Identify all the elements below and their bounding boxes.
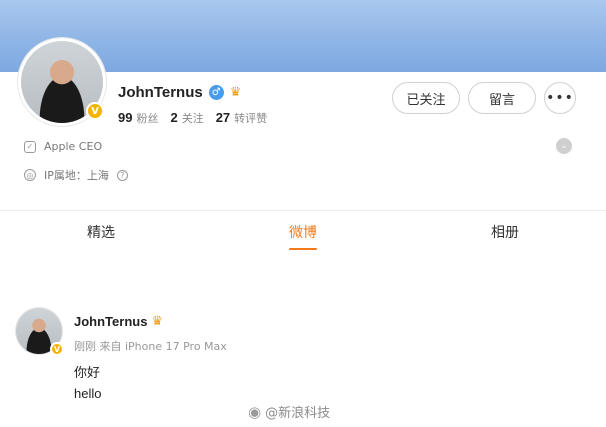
male-icon: ♂ [208, 85, 224, 100]
weibo-logo-icon: ◉ [248, 402, 262, 421]
bio-row: ✓ Apple CEO [24, 140, 102, 153]
post-meta: 刚刚 来自 iPhone 17 Pro Max [74, 340, 227, 353]
stat-engagement[interactable]: 27 转评赞 [216, 110, 267, 126]
crown-icon: ♛ [229, 85, 242, 100]
watermark-text: @新浪科技 [265, 406, 331, 421]
ip-location-row: ◎ IP属地：上海 ? [24, 167, 128, 183]
stat-following[interactable]: 2 关注 [170, 110, 203, 126]
tab-album[interactable]: 相册 [404, 211, 606, 252]
crown-icon: ♛ [151, 314, 164, 329]
ip-location-text: IP属地：上海 [44, 169, 109, 182]
profile-username: JohnTernus [118, 84, 203, 101]
tab-weibo[interactable]: 微博 [202, 211, 404, 252]
post-text-line: hello [74, 386, 102, 401]
post-author-name[interactable]: JohnTernus [74, 314, 147, 329]
post-avatar[interactable]: V [16, 308, 64, 356]
post-text-line: 你好 [74, 366, 101, 381]
stat-value: 2 [170, 110, 178, 125]
profile-avatar[interactable]: V [18, 38, 106, 126]
chevron-down-icon[interactable]: ⌄ [556, 138, 572, 154]
bio-text: Apple CEO [44, 140, 103, 153]
help-icon[interactable]: ? [116, 169, 128, 181]
shield-icon: ✓ [24, 140, 36, 153]
following-button[interactable]: 已关注 [392, 82, 460, 114]
location-icon: ◎ [24, 169, 36, 181]
stat-label: 转评赞 [234, 112, 268, 125]
stat-value: 27 [215, 110, 231, 125]
profile-name-row: JohnTernus ♂ ♛ [118, 84, 241, 101]
post-author-row: JohnTernus ♛ [74, 314, 163, 329]
profile-stats: 99 粉丝 2 关注 27 转评赞 [118, 110, 267, 126]
stat-label: 粉丝 [136, 112, 159, 125]
more-options-button[interactable]: ••• [544, 82, 576, 114]
stat-followers[interactable]: 99 粉丝 [118, 110, 158, 126]
watermark: ◉ @新浪科技 [248, 402, 331, 422]
stat-value: 99 [118, 110, 133, 125]
verified-badge-icon: V [86, 102, 104, 120]
verified-badge-icon: V [50, 342, 64, 356]
tab-featured[interactable]: 精选 [0, 211, 202, 252]
message-button[interactable]: 留言 [468, 82, 536, 114]
stat-label: 关注 [181, 112, 204, 125]
profile-tabs: 精选 微博 相册 [0, 210, 606, 252]
